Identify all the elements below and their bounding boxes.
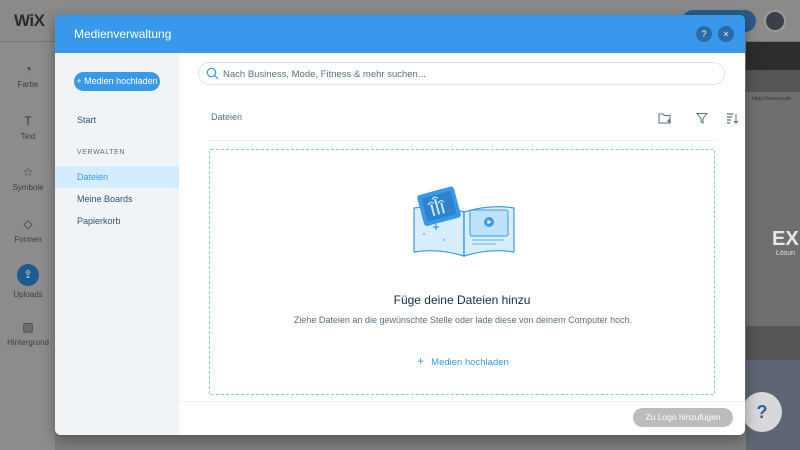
editor-sidebar: ◔ Farbe T Text ☆ Symbole ◇ Formen ⇪ Uplo…: [0, 42, 56, 450]
dropzone-upload-label: Medien hochladen: [431, 357, 509, 368]
upload-icon: ⇪: [17, 264, 39, 286]
canvas-subtext: Lösun: [776, 250, 796, 257]
tool-symbole[interactable]: ☆ Symbole: [0, 165, 56, 192]
tool-label: Formen: [14, 235, 42, 244]
file-dropzone[interactable]: Füge deine Dateien hinzu Ziehe Dateien a…: [209, 149, 715, 395]
canvas-headline: EX: [772, 228, 799, 250]
dropzone-title: Füge deine Dateien hinzu: [393, 293, 531, 307]
nav-meine-boards[interactable]: Meine Boards: [55, 188, 179, 210]
new-folder-icon[interactable]: [657, 110, 673, 126]
dropzone-subtitle: Ziehe Dateien an die gewünschte Stelle o…: [293, 315, 633, 325]
canvas-page: [746, 92, 800, 326]
shapes-icon: ◇: [23, 217, 33, 231]
tool-hintergrund[interactable]: ▨ Hintergrund: [0, 320, 56, 347]
tool-text[interactable]: T Text: [0, 114, 56, 141]
help-icon[interactable]: ?: [696, 26, 712, 42]
tool-label: Text: [20, 132, 36, 141]
canvas-header: [746, 42, 800, 70]
avatar[interactable]: [764, 10, 786, 32]
nav-section-heading: VERWALTEN: [77, 149, 126, 156]
dialog-title: Medienverwaltung: [74, 27, 172, 41]
background-icon: ▨: [22, 320, 34, 334]
search-input[interactable]: [223, 65, 713, 83]
canvas-url: https://www.mydo: [752, 96, 792, 102]
tool-label: Hintergrund: [7, 338, 49, 347]
dropzone-upload-link[interactable]: + Medien hochladen: [410, 354, 516, 368]
nav-papierkorb[interactable]: Papierkorb: [55, 210, 179, 232]
help-button[interactable]: ?: [742, 392, 782, 432]
nav-start[interactable]: Start: [55, 109, 179, 131]
tool-label: Farbe: [17, 80, 39, 89]
media-sidebar: + Medien hochladen Start VERWALTEN Datei…: [55, 53, 179, 435]
palette-icon: ◔: [24, 62, 32, 76]
wix-logo: WiX: [14, 11, 45, 30]
star-icon: ☆: [22, 165, 34, 179]
text-icon: T: [24, 114, 32, 128]
breadcrumb: Dateien: [211, 112, 243, 122]
search-bar[interactable]: [198, 62, 725, 85]
tool-farbe[interactable]: ◔ Farbe: [0, 62, 56, 89]
plus-icon: +: [417, 354, 425, 368]
media-manager-dialog: Medienverwaltung ? × + Medien hochladen …: [55, 15, 745, 435]
tool-formen[interactable]: ◇ Formen: [0, 217, 56, 244]
close-icon[interactable]: ×: [718, 26, 734, 42]
sort-icon[interactable]: [724, 110, 740, 126]
filter-icon[interactable]: [694, 110, 710, 126]
add-to-logo-button[interactable]: Zu Logo hinzufügen: [633, 408, 733, 427]
dialog-header: Medienverwaltung ? ×: [55, 15, 745, 53]
toolbar-divider: [207, 140, 717, 141]
footer-divider: [179, 401, 745, 402]
tool-uploads[interactable]: ⇪ Uploads: [0, 264, 56, 299]
upload-illustration-icon: [413, 186, 515, 257]
tool-label: Symbole: [12, 183, 44, 192]
nav-dateien[interactable]: Dateien: [55, 166, 179, 188]
upload-media-button[interactable]: + Medien hochladen: [74, 72, 160, 91]
media-main: Dateien: [179, 53, 745, 435]
tool-label: Uploads: [13, 290, 43, 299]
search-icon: [206, 67, 219, 80]
